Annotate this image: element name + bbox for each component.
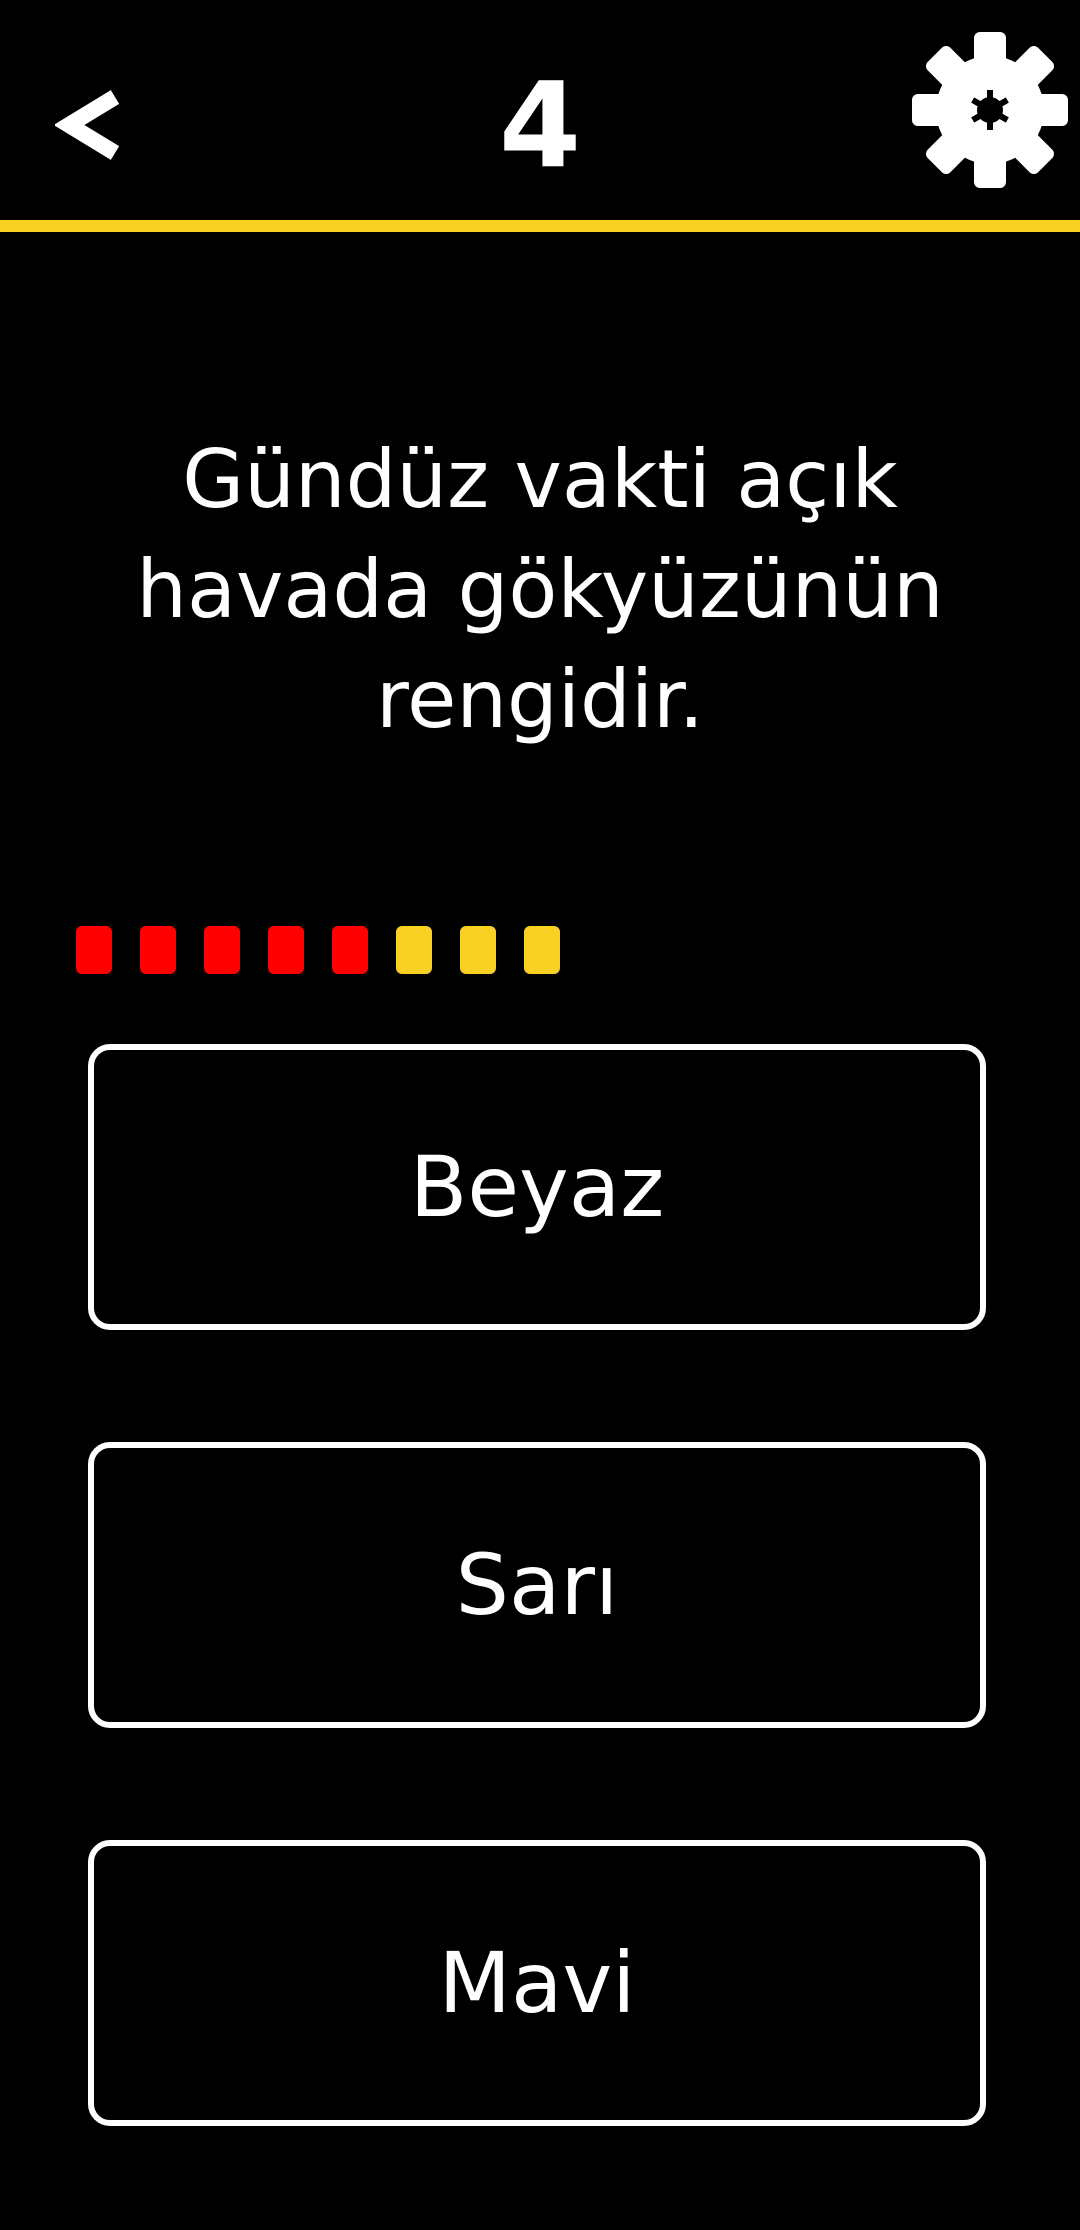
progress-dot	[140, 926, 176, 974]
settings-button[interactable]	[910, 30, 1070, 190]
top-bar: 4	[0, 0, 1080, 222]
answer-button-1[interactable]: Beyaz	[88, 1044, 986, 1330]
answer-button-3[interactable]: Mavi	[88, 1840, 986, 2126]
question-text: Gündüz vakti açık havada gökyüzünün reng…	[136, 433, 944, 746]
gear-icon	[912, 32, 1068, 188]
progress-dot	[460, 926, 496, 974]
progress-dot	[268, 926, 304, 974]
progress-dot	[76, 926, 112, 974]
attempts-indicator	[76, 926, 588, 976]
progress-dot	[204, 926, 240, 974]
progress-dot	[396, 926, 432, 974]
progress-dot	[332, 926, 368, 974]
progress-dot	[524, 926, 560, 974]
header-divider	[0, 220, 1080, 232]
answer-button-2[interactable]: Sarı	[88, 1442, 986, 1728]
